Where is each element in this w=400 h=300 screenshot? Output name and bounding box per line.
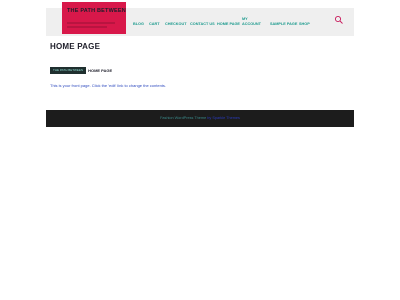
nav-item-contact-us[interactable]: CONTACT US xyxy=(190,22,215,27)
nav-item-cart[interactable]: CART xyxy=(149,22,160,27)
site: BLOG CART CHECKOUT CONTACT US HOME PAGE … xyxy=(46,0,354,300)
logo-text: THE PATH BETWEEN xyxy=(67,8,126,14)
logo-tagline-bar xyxy=(67,22,115,24)
nav-item-my-account[interactable]: MY ACCOUNT xyxy=(242,17,261,26)
site-logo[interactable]: THE PATH BETWEEN xyxy=(62,2,126,34)
footer-theme-link[interactable]: by Sparkle Themes xyxy=(207,116,240,120)
breadcrumb: THE PATH BETWEEN HOME PAGE xyxy=(50,67,112,74)
breadcrumb-home-link[interactable]: THE PATH BETWEEN xyxy=(50,67,87,74)
nav-item-home-page[interactable]: HOME PAGE xyxy=(217,22,240,27)
site-footer: Fashion WordPress Theme by Sparkle Theme… xyxy=(46,110,354,127)
nav-item-shop[interactable]: SHOP xyxy=(299,22,310,27)
footer-credit: Fashion WordPress Theme by Sparkle Theme… xyxy=(46,116,354,120)
search-icon[interactable] xyxy=(334,15,344,25)
nav-item-checkout[interactable]: CHECKOUT xyxy=(165,22,187,27)
footer-theme-text: Fashion WordPress Theme xyxy=(160,116,207,120)
nav-item-blog[interactable]: BLOG xyxy=(133,22,144,27)
nav-item-sample-page[interactable]: SAMPLE PAGE xyxy=(270,22,297,27)
breadcrumb-current: HOME PAGE xyxy=(88,68,113,73)
page-content: This is your front page. Click the 'edit… xyxy=(50,83,167,88)
logo-tagline-bar xyxy=(67,26,107,28)
page-title: HOME PAGE xyxy=(50,42,101,51)
